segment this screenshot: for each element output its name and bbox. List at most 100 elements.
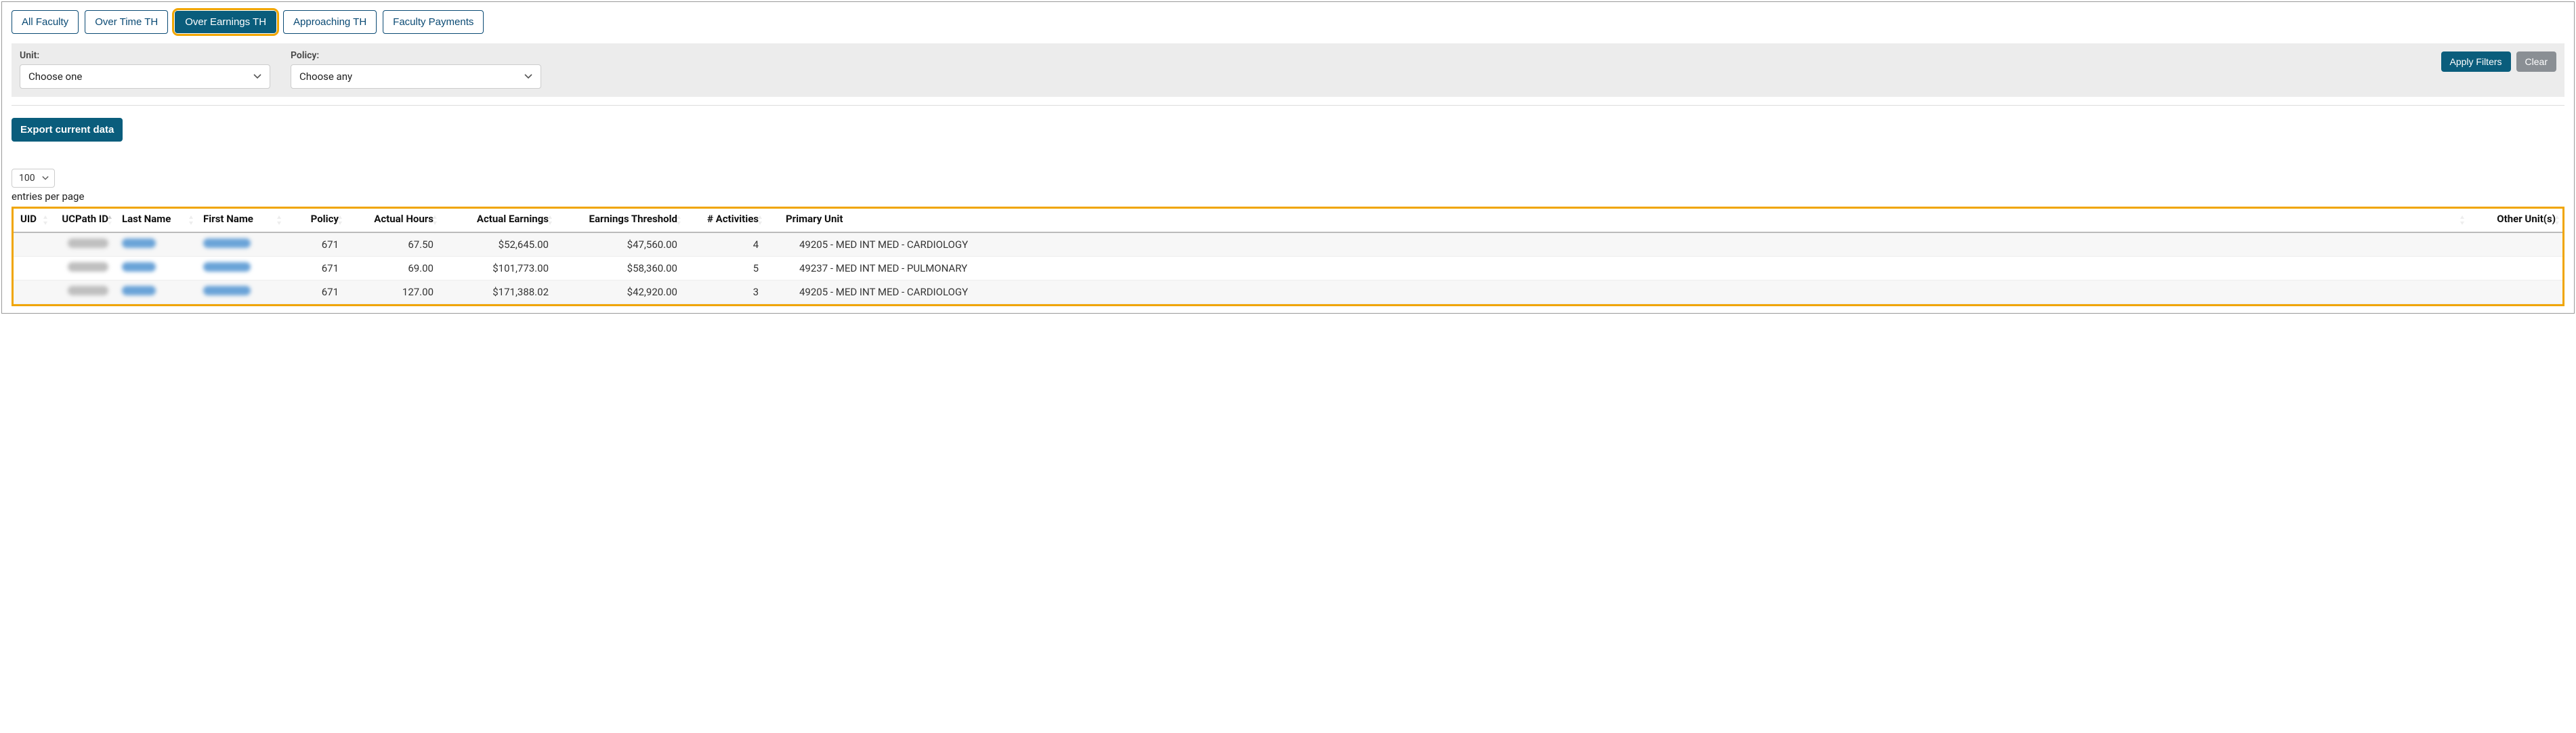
cell-ucpath-id	[51, 257, 115, 280]
chevron-down-icon	[253, 74, 261, 79]
col-label: Last Name	[122, 213, 171, 225]
sort-icon	[276, 215, 282, 225]
cell-other-units	[2468, 280, 2562, 304]
clear-button[interactable]: Clear	[2516, 51, 2556, 72]
cell-activities: 4	[684, 232, 765, 257]
sort-icon	[432, 215, 438, 225]
sort-icon	[188, 215, 194, 225]
cell-last-name[interactable]	[115, 257, 196, 280]
tab-over-earnings-th[interactable]: Over Earnings TH	[175, 11, 276, 33]
cell-ucpath-id	[51, 280, 115, 304]
table-row[interactable]: 67169.00$101,773.00$58,360.00549237 - ME…	[14, 257, 2562, 280]
sort-icon	[43, 215, 48, 225]
filter-unit-group: Unit: Choose one	[20, 50, 270, 89]
table-row[interactable]: 67167.50$52,645.00$47,560.00449205 - MED…	[14, 232, 2562, 257]
cell-primary-unit: 49205 - MED INT MED - CARDIOLOGY	[765, 232, 2468, 257]
col-label: Actual Earnings	[477, 213, 549, 225]
cell-first-name[interactable]	[196, 257, 284, 280]
page-size-row: 100 entries per page	[12, 169, 2564, 203]
cell-policy: 671	[284, 257, 345, 280]
col-actual-hours[interactable]: Actual Hours	[345, 209, 440, 232]
tab-approaching-th[interactable]: Approaching TH	[283, 10, 377, 34]
col-earnings-threshold[interactable]: Earnings Threshold	[555, 209, 684, 232]
col-other-units[interactable]: Other Unit(s)	[2468, 209, 2562, 232]
table-highlight: UID UCPath ID Last Name First Name Polic…	[12, 207, 2564, 306]
redacted-link	[203, 262, 251, 272]
unit-select[interactable]: Choose one	[20, 64, 270, 89]
filter-bar: Unit: Choose one Policy: Choose any Appl…	[12, 43, 2564, 97]
col-uid[interactable]: UID	[14, 209, 51, 232]
sort-asc-icon	[107, 215, 112, 225]
cell-uid	[14, 257, 51, 280]
redacted-link	[122, 262, 156, 272]
sort-icon	[2554, 215, 2560, 225]
col-label: First Name	[203, 213, 253, 225]
col-ucpath-id[interactable]: UCPath ID	[51, 209, 115, 232]
cell-activities: 5	[684, 257, 765, 280]
sort-icon	[547, 215, 553, 225]
apply-filters-button[interactable]: Apply Filters	[2441, 51, 2511, 72]
cell-ucpath-id	[51, 232, 115, 257]
cell-primary-unit: 49237 - MED INT MED - PULMONARY	[765, 257, 2468, 280]
divider	[12, 105, 2564, 106]
cell-actual-earnings: $101,773.00	[440, 257, 555, 280]
cell-primary-unit: 49205 - MED INT MED - CARDIOLOGY	[765, 280, 2468, 304]
cell-last-name[interactable]	[115, 280, 196, 304]
data-table: UID UCPath ID Last Name First Name Polic…	[14, 209, 2562, 304]
cell-other-units	[2468, 232, 2562, 257]
col-label: Other Unit(s)	[2497, 213, 2556, 225]
redacted-link	[122, 238, 156, 248]
table-header: UID UCPath ID Last Name First Name Polic…	[14, 209, 2562, 232]
cell-first-name[interactable]	[196, 280, 284, 304]
cell-actual-hours: 67.50	[345, 232, 440, 257]
sort-icon	[676, 215, 681, 225]
page-size-select[interactable]: 100	[12, 169, 55, 188]
table-body: 67167.50$52,645.00$47,560.00449205 - MED…	[14, 232, 2562, 304]
col-label: Actual Hours	[374, 213, 434, 225]
cell-uid	[14, 232, 51, 257]
policy-select[interactable]: Choose any	[291, 64, 541, 89]
col-actual-earnings[interactable]: Actual Earnings	[440, 209, 555, 232]
col-policy[interactable]: Policy	[284, 209, 345, 232]
col-label: Primary Unit	[786, 213, 843, 225]
cell-earnings-threshold: $47,560.00	[555, 232, 684, 257]
tab-faculty-payments[interactable]: Faculty Payments	[383, 10, 484, 34]
cell-earnings-threshold: $58,360.00	[555, 257, 684, 280]
unit-select-value: Choose one	[28, 70, 82, 83]
col-primary-unit[interactable]: Primary Unit	[765, 209, 2468, 232]
col-label: UID	[20, 213, 37, 225]
cell-policy: 671	[284, 232, 345, 257]
cell-last-name[interactable]	[115, 232, 196, 257]
unit-label: Unit:	[20, 50, 270, 61]
redacted-value	[68, 262, 108, 272]
col-activities[interactable]: # Activities	[684, 209, 765, 232]
cell-actual-earnings: $52,645.00	[440, 232, 555, 257]
chevron-down-icon	[42, 176, 49, 181]
redacted-link	[203, 286, 251, 295]
tab-over-time-th[interactable]: Over Time TH	[85, 10, 168, 34]
cell-activities: 3	[684, 280, 765, 304]
export-button[interactable]: Export current data	[12, 118, 123, 142]
col-label: Earnings Threshold	[589, 213, 678, 225]
cell-actual-earnings: $171,388.02	[440, 280, 555, 304]
sort-icon	[337, 215, 343, 225]
tab-all-faculty[interactable]: All Faculty	[12, 10, 79, 34]
filter-policy-group: Policy: Choose any	[291, 50, 541, 89]
cell-uid	[14, 280, 51, 304]
redacted-link	[122, 286, 156, 295]
cell-actual-hours: 127.00	[345, 280, 440, 304]
cell-other-units	[2468, 257, 2562, 280]
page-size-value: 100	[19, 173, 35, 184]
table-row[interactable]: 671127.00$171,388.02$42,920.00349205 - M…	[14, 280, 2562, 304]
redacted-value	[68, 238, 108, 248]
col-label: # Activities	[707, 213, 759, 225]
policy-select-value: Choose any	[299, 70, 352, 83]
sort-icon	[2459, 215, 2465, 225]
cell-first-name[interactable]	[196, 232, 284, 257]
col-label: Policy	[311, 213, 339, 225]
col-last-name[interactable]: Last Name	[115, 209, 196, 232]
cell-earnings-threshold: $42,920.00	[555, 280, 684, 304]
redacted-link	[203, 238, 251, 248]
cell-actual-hours: 69.00	[345, 257, 440, 280]
col-first-name[interactable]: First Name	[196, 209, 284, 232]
